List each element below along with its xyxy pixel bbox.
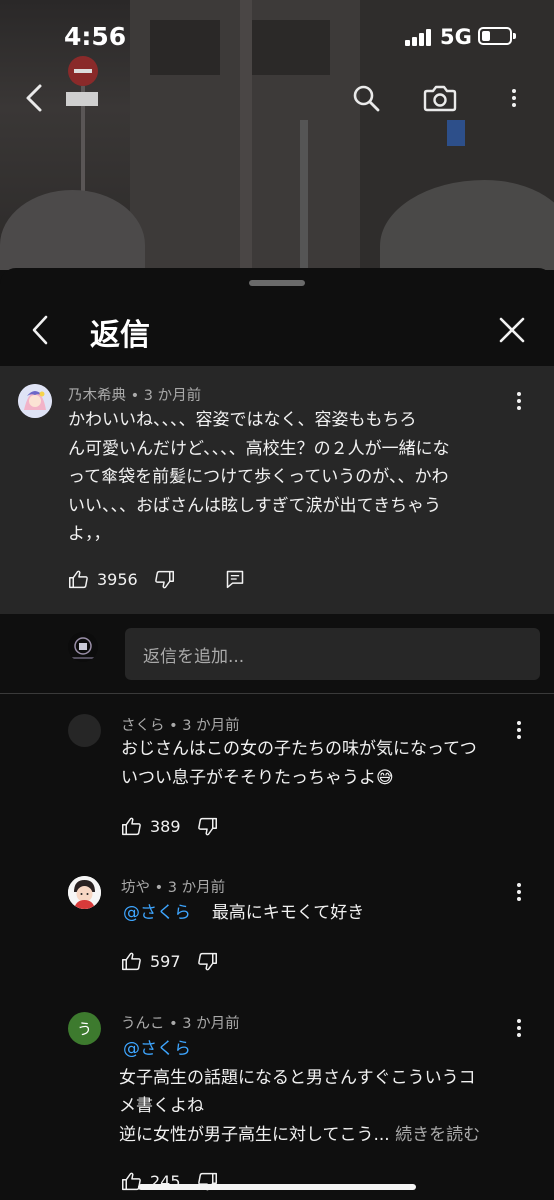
comment-actions: 3956 xyxy=(68,564,245,594)
meta-separator: • xyxy=(154,880,168,896)
like-button[interactable]: 389 xyxy=(121,816,181,837)
video-sign-plate xyxy=(66,92,98,106)
cellular-signal-icon xyxy=(405,29,433,46)
sheet-back-button[interactable] xyxy=(20,310,60,350)
reply-body: 最高にキモくて好き xyxy=(211,903,365,923)
reply-text-line: メ書くよね xyxy=(119,1096,204,1116)
reply-actions: 597 xyxy=(121,946,218,976)
anime-avatar-image xyxy=(18,384,52,418)
reply-age: 3 か月前 xyxy=(182,1016,240,1032)
home-indicator[interactable] xyxy=(138,1184,416,1190)
thumbs-up-icon xyxy=(122,817,141,835)
reply-age: 3 か月前 xyxy=(182,718,240,734)
player-back-button[interactable] xyxy=(16,80,52,116)
comment-text-line: かわいいね、、、、容姿ではなく、容姿ももちろ xyxy=(68,410,417,430)
reply-text-line: 逆に女性が男子高生に対してこう... 続きを読む xyxy=(119,1124,481,1145)
reply-button[interactable] xyxy=(225,569,245,589)
avatar[interactable] xyxy=(18,384,52,418)
network-type: 5G xyxy=(440,25,472,49)
like-count: 389 xyxy=(150,816,181,836)
battery-icon xyxy=(478,27,516,45)
sheet-close-button[interactable] xyxy=(492,310,532,350)
thumbs-down-icon xyxy=(154,570,174,588)
dislike-button[interactable] xyxy=(154,569,175,590)
video-umbrella xyxy=(0,190,145,270)
comment-text-line: よ，， xyxy=(68,524,111,544)
player-more-button[interactable] xyxy=(496,80,532,116)
dislike-button[interactable] xyxy=(197,951,218,972)
more-vert-icon xyxy=(504,83,524,113)
reply-text-line: @さくら 最高にキモくて好き xyxy=(123,899,533,928)
thumbs-up-icon xyxy=(69,570,88,588)
reply-icon xyxy=(226,570,243,589)
search-icon xyxy=(353,85,380,112)
reply-text-line: おじさんはこの女の子たちの味が気になってつ xyxy=(121,739,477,759)
mention-link[interactable]: @さくら xyxy=(123,1039,191,1059)
comment-text-line: いい、、、おばさんは眩しすぎて涙が出てきちゃう xyxy=(68,495,442,516)
reply-author[interactable]: うんこ xyxy=(121,1016,165,1032)
reply-meta: さくら • 3 か月前 xyxy=(121,714,240,735)
comment-text: かわいいね、、、、容姿ではなく、容姿ももちろ ん可愛いんだけど、、、、高校生？の… xyxy=(68,406,538,549)
replies-sheet: 返信 乃木希典 • 3 か月前 かわいいね、、、、容姿ではなく、容姿ももちろ ん… xyxy=(0,268,554,1200)
reply-author[interactable]: 坊や xyxy=(121,880,150,896)
reply-meta: うんこ • 3 か月前 xyxy=(121,1012,240,1033)
player-search-button[interactable] xyxy=(348,80,384,116)
player-camera-button[interactable] xyxy=(422,80,458,116)
meta-separator: • xyxy=(169,1016,183,1032)
reply-meta: 坊や • 3 か月前 xyxy=(121,876,225,897)
comment-age: 3 か月前 xyxy=(143,388,202,404)
chevron-left-icon xyxy=(32,315,48,345)
avatar[interactable] xyxy=(68,876,101,909)
like-count: 3956 xyxy=(97,569,138,589)
status-bar: 4:56 5G xyxy=(0,0,554,74)
reply-text: @さくら 最高にキモくて好き xyxy=(123,899,533,928)
like-button[interactable]: 3956 xyxy=(68,569,138,590)
comment-text-line: って傘袋を前髪につけて歩くっていうのが、、かわ xyxy=(68,467,449,487)
read-more-link[interactable]: 続きを読む xyxy=(395,1125,480,1145)
reply-text: @さくら 女子高生の話題になると男さんすぐこういうコ メ書くよね 逆に女性が男子… xyxy=(119,1035,543,1149)
comment-meta: 乃木希典 • 3 か月前 xyxy=(68,384,201,405)
dislike-button[interactable] xyxy=(197,816,218,837)
avatar[interactable]: う xyxy=(68,1012,101,1045)
cartoon-boy-avatar-image xyxy=(68,876,101,909)
like-button[interactable]: 597 xyxy=(121,951,181,972)
comment-author[interactable]: 乃木希典 xyxy=(68,388,126,404)
reply-author[interactable]: さくら xyxy=(121,718,165,734)
chevron-left-icon xyxy=(26,84,42,112)
reply-text-line: いつい息子がそそりたっちゃうよ😅 xyxy=(121,767,394,788)
add-reply-input[interactable]: 返信を追加... xyxy=(125,628,540,680)
camera-icon xyxy=(423,85,457,112)
thumbs-down-icon xyxy=(197,952,217,970)
add-reply-row: 返信を追加... xyxy=(0,614,554,694)
sheet-header: 返信 xyxy=(0,290,554,366)
sheet-drag-handle[interactable] xyxy=(249,280,305,286)
reply-actions: 389 xyxy=(121,811,218,841)
reply-actions: 245 xyxy=(121,1166,218,1196)
reply-age: 3 か月前 xyxy=(167,880,226,896)
channel-avatar-image xyxy=(68,632,98,662)
parent-comment: 乃木希典 • 3 か月前 かわいいね、、、、容姿ではなく、容姿ももちろ ん可愛い… xyxy=(0,366,554,614)
avatar[interactable] xyxy=(68,714,101,747)
thumbs-down-icon xyxy=(197,817,217,835)
video-utility-pole xyxy=(300,120,308,270)
comment-text-line: ん可愛いんだけど、、、、高校生？の２人が一緒にな xyxy=(68,438,450,459)
like-count: 597 xyxy=(150,951,181,971)
meta-separator: • xyxy=(169,718,183,734)
reply-text-line: 女子高生の話題になると男さんすぐこういうコ xyxy=(119,1067,476,1088)
video-blue-sign xyxy=(447,120,465,146)
reply-text-line: @さくら xyxy=(123,1035,543,1064)
sheet-title: 返信 xyxy=(90,318,150,353)
thumbs-up-icon xyxy=(122,952,141,970)
my-avatar xyxy=(68,632,98,662)
meta-separator: • xyxy=(130,388,144,404)
close-icon xyxy=(499,317,525,343)
grinning-sweat-emoji: 😅 xyxy=(376,767,394,788)
mention-link[interactable]: @さくら xyxy=(123,903,191,923)
reply-text: おじさんはこの女の子たちの味が気になってつ いつい息子がそそりたっちゃうよ😅 xyxy=(121,735,531,792)
status-time: 4:56 xyxy=(64,22,127,51)
